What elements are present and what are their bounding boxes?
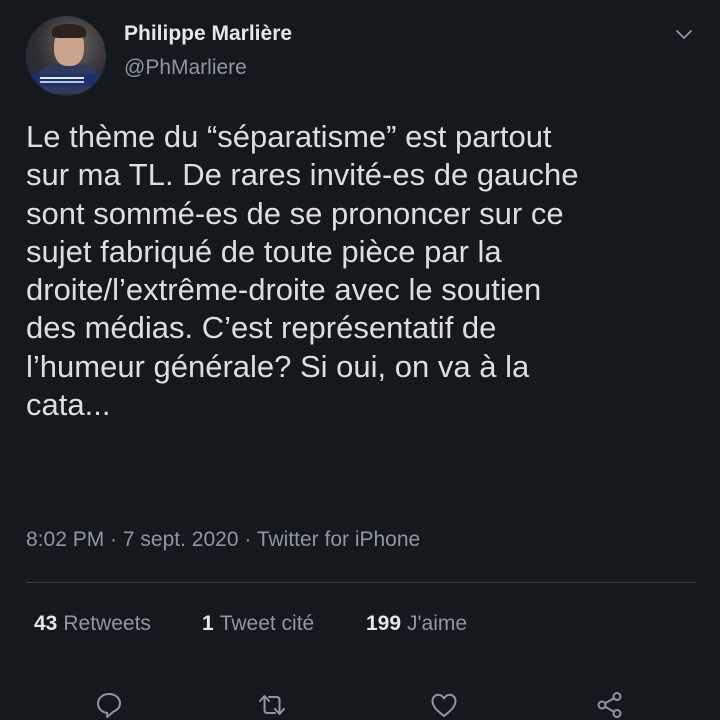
- tweet-text: Le thème du “séparatisme” est partout su…: [26, 119, 579, 423]
- likes-count: 199: [366, 612, 402, 635]
- quotes-stat[interactable]: 1 Tweet cité: [202, 612, 366, 636]
- tweet-actions: [0, 684, 720, 720]
- author-display-name[interactable]: Philippe Marlière: [124, 22, 292, 46]
- tweet-date[interactable]: 7 sept. 2020: [123, 528, 239, 551]
- tweet-metadata: 8:02 PM · 7 sept. 2020 · Twitter for iPh…: [26, 528, 420, 552]
- retweets-count: 43: [34, 612, 58, 635]
- likes-stat[interactable]: 199 J'aime: [366, 612, 467, 636]
- retweets-label: Retweets: [63, 612, 151, 635]
- divider: [26, 582, 696, 583]
- tweet-stats: 43 Retweets 1 Tweet cité 199 J'aime: [34, 612, 467, 636]
- tweet-time[interactable]: 8:02 PM: [26, 528, 104, 551]
- share-icon[interactable]: [595, 690, 625, 720]
- retweets-stat[interactable]: 43 Retweets: [34, 612, 202, 636]
- heart-icon[interactable]: [429, 690, 459, 720]
- tweet-source[interactable]: Twitter for iPhone: [257, 528, 420, 551]
- reply-icon[interactable]: [94, 690, 124, 720]
- tweet-detail: Philippe Marlière @PhMarliere Le thème d…: [0, 0, 720, 720]
- meta-separator: ·: [244, 528, 252, 551]
- avatar[interactable]: [26, 16, 106, 96]
- tweet-header: Philippe Marlière @PhMarliere: [26, 16, 696, 96]
- quotes-label: Tweet cité: [219, 612, 315, 635]
- likes-label: J'aime: [407, 612, 468, 635]
- retweet-icon[interactable]: [257, 690, 287, 720]
- chevron-down-icon[interactable]: [674, 24, 694, 44]
- meta-separator: ·: [110, 528, 118, 551]
- quotes-count: 1: [202, 612, 214, 635]
- author-handle[interactable]: @PhMarliere: [124, 56, 247, 80]
